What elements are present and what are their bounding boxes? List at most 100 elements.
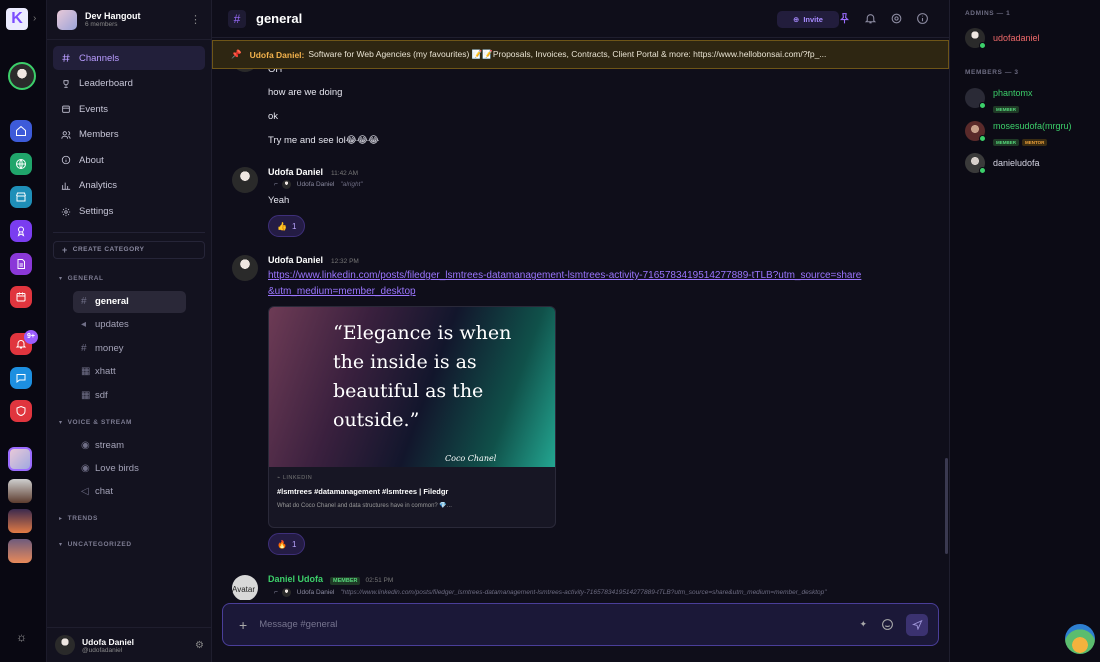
- server-thumbnail[interactable]: [8, 509, 32, 533]
- create-category-button[interactable]: + CREATE CATEGORY: [53, 240, 205, 259]
- nav-leaderboard[interactable]: Leaderboard: [53, 72, 205, 96]
- message-time: 11:42 AM: [331, 170, 358, 177]
- pinned-message-bar[interactable]: 📌 Udofa Daniel: Software for Web Agencie…: [212, 40, 949, 69]
- channel-general[interactable]: # general: [73, 290, 186, 313]
- nav-settings[interactable]: Settings: [53, 200, 205, 224]
- server-thumbnail[interactable]: [8, 479, 32, 503]
- member-item[interactable]: phantomx MEMBER: [965, 88, 1033, 116]
- embed-title[interactable]: #lsmtrees #datamanagement #lsmtrees | Fi…: [277, 487, 448, 496]
- channel-money[interactable]: # money: [73, 337, 186, 359]
- avatar[interactable]: [232, 255, 258, 281]
- avatar: [965, 153, 986, 174]
- floating-avatar-button[interactable]: [1065, 624, 1095, 654]
- role-badge: MEMBER: [993, 139, 1019, 146]
- reaction-button[interactable]: 🔥 1: [268, 533, 306, 555]
- globe-icon[interactable]: [10, 153, 32, 175]
- category-voice-stream[interactable]: ▾ VOICE & STREAM: [47, 410, 211, 434]
- award-icon[interactable]: [10, 220, 32, 242]
- info-icon[interactable]: [916, 12, 929, 25]
- avatar[interactable]: [232, 167, 258, 193]
- current-user-name: Udofa Daniel: [82, 636, 134, 647]
- category-uncategorized[interactable]: ▾ UNCATEGORIZED: [47, 533, 211, 557]
- avatar: [965, 121, 986, 142]
- embed-quote-author: Coco Chanel: [445, 454, 497, 463]
- broadcast-icon: ◉: [81, 463, 90, 475]
- embed-description: What do Coco Chanel and data structures …: [277, 503, 452, 509]
- users-icon: [61, 131, 71, 139]
- scrollbar[interactable]: [945, 458, 948, 554]
- calendar-icon[interactable]: [10, 286, 32, 308]
- bell-icon[interactable]: [864, 12, 877, 25]
- more-options-icon[interactable]: ⋮: [190, 13, 201, 26]
- avatar: [965, 28, 986, 49]
- chat-icon[interactable]: [10, 367, 32, 389]
- online-status: [979, 42, 986, 49]
- member-item[interactable]: udofadaniel: [965, 28, 1040, 49]
- invite-button[interactable]: ⊕ Invite: [777, 11, 839, 28]
- pinned-text: Software for Web Agencies (my favourites…: [308, 49, 827, 59]
- nav-about[interactable]: About: [53, 148, 205, 172]
- category-trends[interactable]: ▸ TRENDS: [47, 507, 211, 531]
- reaction-button[interactable]: 👍 1: [268, 215, 306, 237]
- role-badge: MEMBER: [330, 577, 361, 585]
- document-icon[interactable]: [10, 253, 32, 275]
- server-thumbnail[interactable]: [8, 539, 32, 563]
- avatar[interactable]: Avatar: [232, 575, 258, 600]
- reply-preview[interactable]: ⌐ Udofa Daniel "https://www.linkedin.com/p…: [274, 588, 827, 597]
- chart-icon: [61, 182, 71, 190]
- gear-icon[interactable]: [890, 12, 903, 25]
- reply-icon: ⌐: [274, 181, 278, 188]
- channel-title: general: [256, 11, 303, 26]
- channel-sdf[interactable]: ▦ sdf: [73, 384, 186, 406]
- app-logo[interactable]: K: [6, 8, 28, 30]
- channel-xhatt[interactable]: ▦ xhatt: [73, 361, 186, 383]
- server-header[interactable]: Dev Hangout 6 members ⋮: [47, 0, 211, 40]
- pin-icon[interactable]: [838, 12, 851, 25]
- board-icon: ▦: [81, 389, 91, 401]
- send-button[interactable]: [906, 613, 928, 636]
- server-avatar: [57, 9, 77, 30]
- home-icon[interactable]: [10, 120, 32, 142]
- chevron-right-icon[interactable]: ›: [33, 13, 36, 24]
- embed-image: “Elegance is when the inside is as beaut…: [269, 307, 555, 467]
- reply-icon: ⌐: [274, 589, 278, 596]
- theme-toggle-icon[interactable]: ☼: [16, 630, 27, 644]
- channel-updates[interactable]: ◂ updates: [73, 314, 186, 336]
- message-text: ok: [268, 111, 279, 122]
- member-item[interactable]: mosesudofa(mrgru) MEMBER MENTOR: [965, 121, 1072, 149]
- shield-icon[interactable]: [10, 400, 32, 422]
- online-status: [979, 135, 986, 142]
- sparkle-icon[interactable]: ✦: [859, 619, 867, 630]
- nav-members[interactable]: Members: [53, 123, 205, 147]
- add-attachment-button[interactable]: +: [239, 617, 247, 633]
- server-rail: K › 9+ ☼: [0, 0, 47, 662]
- online-status: [979, 167, 986, 174]
- nav-channels[interactable]: Channels: [53, 46, 205, 70]
- board-icon: ▦: [81, 366, 91, 378]
- message-input[interactable]: Message #general: [259, 619, 859, 630]
- message-author[interactable]: Udofa Daniel 11:42 AM: [268, 167, 358, 177]
- gear-icon[interactable]: ⚙: [195, 640, 204, 651]
- message-link[interactable]: https://www.linkedin.com/posts/filedger_…: [268, 268, 868, 300]
- message-author[interactable]: Daniel Udofa MEMBER 02:51 PM: [268, 574, 393, 585]
- channel-stream[interactable]: ◉ stream: [73, 434, 186, 456]
- nav-analytics[interactable]: Analytics: [53, 174, 205, 198]
- channel-sidebar: Dev Hangout 6 members ⋮ Channels Leaderb…: [47, 0, 212, 662]
- message-author[interactable]: Udofa Daniel 12:32 PM: [268, 255, 359, 265]
- store-icon[interactable]: [10, 186, 32, 208]
- link-embed[interactable]: “Elegance is when the inside is as beaut…: [268, 306, 556, 528]
- member-item[interactable]: danieludofa: [965, 153, 1040, 174]
- channel-love-birds[interactable]: ◉ Love birds: [73, 458, 186, 480]
- channel-chat[interactable]: ◁ chat: [73, 481, 186, 503]
- profile-avatar[interactable]: [8, 62, 36, 90]
- nav-events[interactable]: Events: [53, 97, 205, 121]
- message-text: how are we doing: [268, 87, 343, 98]
- category-general[interactable]: ▾ GENERAL: [47, 267, 211, 291]
- current-user-handle: @udofadaniel: [82, 646, 123, 654]
- embed-source: ⌁ LINKEDIN: [277, 475, 313, 481]
- current-user-panel[interactable]: Udofa Daniel @udofadaniel ⚙: [47, 627, 212, 662]
- emoji-icon[interactable]: [881, 618, 894, 631]
- server-dev-hangout[interactable]: [8, 447, 32, 471]
- reply-preview[interactable]: ⌐ Udofa Daniel "alright": [274, 180, 363, 189]
- hash-icon: [62, 54, 70, 62]
